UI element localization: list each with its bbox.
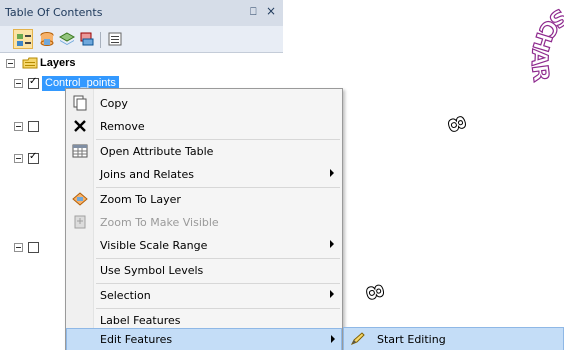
layer-visibility-checkbox[interactable] — [28, 121, 39, 132]
edit-features-submenu: Start Editing — [343, 327, 564, 350]
submenu-arrow-icon — [330, 240, 334, 248]
table-icon — [72, 143, 88, 159]
menu-item-visible-scale-range[interactable]: Visible Scale Range — [66, 234, 342, 257]
layer-visibility-checkbox[interactable] — [28, 151, 39, 164]
layers-root-label[interactable]: Layers — [40, 57, 75, 69]
menu-item-open-attribute-table[interactable]: Open Attribute Table — [66, 140, 342, 163]
submenu-arrow-icon — [330, 290, 334, 298]
close-icon[interactable]: × — [266, 4, 278, 18]
selection-icon — [80, 32, 94, 46]
toc-title: Table Of Contents — [5, 6, 103, 19]
toc-toolbar — [0, 26, 283, 53]
menu-item-joins-and-relates[interactable]: Joins and Relates — [66, 163, 342, 186]
menu-item-edit-features[interactable]: Edit Features — [66, 328, 342, 350]
toolbar-separator — [100, 32, 101, 48]
submenu-arrow-icon — [331, 335, 335, 343]
list-by-visibility-button[interactable] — [57, 29, 77, 49]
layers-stack-icon — [59, 32, 75, 45]
options-button[interactable] — [105, 29, 125, 49]
layers-folder-icon — [22, 56, 38, 73]
pencil-icon — [350, 332, 366, 349]
menu-item-selection[interactable]: Selection — [66, 284, 342, 307]
layer-collapse-toggle[interactable] — [14, 154, 23, 163]
layer-collapse-toggle[interactable] — [14, 243, 23, 252]
layer-collapse-toggle[interactable] — [14, 122, 23, 131]
submenu-arrow-icon — [330, 169, 334, 177]
menu-item-zoom-to-layer[interactable]: Zoom To Layer — [66, 188, 342, 211]
menu-item-start-editing[interactable]: Start Editing — [377, 333, 446, 346]
list-by-selection-button[interactable] — [77, 29, 97, 49]
menu-item-remove[interactable]: Remove — [66, 115, 342, 138]
drawing-order-icon — [17, 34, 31, 46]
copy-icon — [72, 95, 88, 111]
layer-visibility-checkbox[interactable] — [28, 242, 39, 253]
list-by-drawing-order-button[interactable] — [13, 29, 33, 49]
pin-icon[interactable]: ⎕ — [250, 5, 262, 19]
menu-item-zoom-to-make-visible: Zoom To Make Visible — [66, 211, 342, 234]
database-icon — [40, 32, 54, 46]
options-icon — [108, 32, 122, 46]
map-curved-label: SCHAR — [525, 2, 564, 84]
layer-context-menu: Copy Remove Open Attribute Table Joins a… — [65, 88, 343, 350]
svg-text:SCHAR: SCHAR — [526, 3, 564, 83]
menu-item-use-symbol-levels[interactable]: Use Symbol Levels — [66, 259, 342, 282]
layer-collapse-toggle[interactable] — [14, 79, 23, 88]
toc-titlebar[interactable]: Table Of Contents ⎕ × — [0, 0, 283, 26]
zoom-to-layer-icon — [72, 191, 88, 207]
menu-item-copy[interactable]: Copy — [66, 92, 342, 115]
layers-collapse-toggle[interactable] — [6, 59, 15, 68]
layer-visibility-checkbox[interactable] — [28, 76, 39, 89]
list-by-source-button[interactable] — [37, 29, 57, 49]
remove-icon — [72, 118, 88, 134]
zoom-to-make-visible-icon — [72, 214, 88, 230]
